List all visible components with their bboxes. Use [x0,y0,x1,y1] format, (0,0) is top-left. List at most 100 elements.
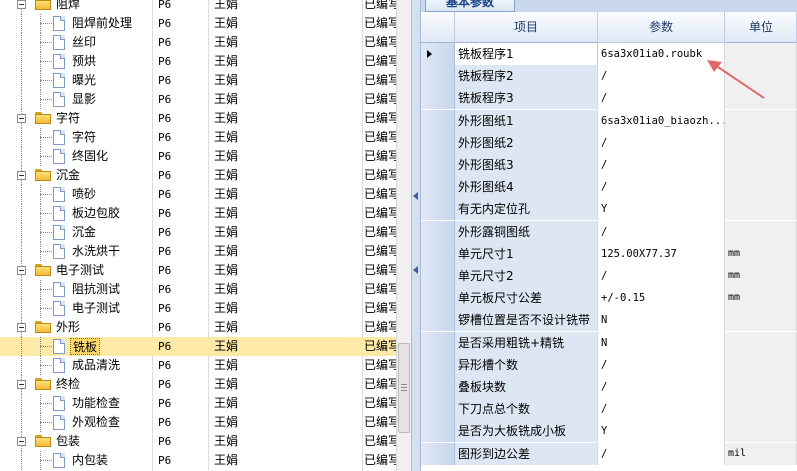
tree-item-row[interactable]: 终固化 P6 王娟 已编写 [0,147,396,166]
panel-splitter[interactable] [411,0,421,471]
tree-item-row[interactable]: 板边包胶 P6 王娟 已编写 [0,204,396,223]
parameter-row[interactable]: 单元尺寸1 125.00X77.37 mm [421,243,797,265]
tree-item-row[interactable]: 功能检查 P6 王娟 已编写 [0,394,396,413]
parameter-row[interactable]: 外形图纸1 6sa3x01ia0_biaozh... [421,110,797,132]
tree-scrollbar[interactable] [396,0,411,471]
row-indicator[interactable] [421,309,455,331]
tree-group-row[interactable]: 阻焊 P6 王娟 已编写 [0,0,396,14]
parameter-row[interactable]: 是否为大板铣成小板 Y [421,420,797,442]
param-value[interactable]: / [598,398,725,420]
parameter-row[interactable]: 外形露铜图纸 / [421,221,797,243]
param-value[interactable]: Y [598,420,725,442]
collapse-arrow-icon[interactable] [413,266,418,274]
parameter-row[interactable]: 单元尺寸2/mm [421,265,797,287]
tree-group-row[interactable]: 包装 P6 王娟 已编写 [0,432,396,451]
parameter-row[interactable]: 铣板程序3/ [421,87,797,109]
tree-item-row[interactable]: 丝印 P6 王娟 已编写 [0,33,396,52]
parameter-row[interactable]: 叠板块数 / [421,376,797,398]
parameter-row[interactable]: 单元板尺寸公差 +/-0.15 mm [421,287,797,309]
collapse-icon[interactable] [17,323,26,332]
tab-basic-params[interactable]: 基本参数 [425,0,515,12]
parameter-row[interactable]: 异形槽个数 / [421,354,797,376]
tree-item-row[interactable]: 铣板 P6 王娟 已编写 [0,337,396,356]
tree-group-row[interactable]: 沉金 P6 王娟 已编写 [0,166,396,185]
collapse-icon[interactable] [17,437,26,446]
parameter-row[interactable]: 铣板程序2/ [421,65,797,87]
tree-item-row[interactable]: 电子测试 P6 王娟 已编写 [0,299,396,318]
param-value[interactable]: / [598,154,725,176]
collapse-icon[interactable] [17,266,26,275]
row-indicator[interactable] [421,87,455,109]
tree-item-row[interactable]: 水洗烘干 P6 王娟 已编写 [0,242,396,261]
parameter-row[interactable]: 外形图纸4/ [421,176,797,198]
parameter-row[interactable]: 锣槽位置是否不设计铣带 N [421,309,797,331]
row-indicator[interactable] [421,265,455,287]
parameter-row[interactable]: 外形图纸3/ [421,154,797,176]
tree-item-row[interactable]: 预烘 P6 王娟 已编写 [0,52,396,71]
param-value[interactable]: / [598,354,725,376]
param-name: 外形图纸4 [455,176,598,198]
param-value[interactable]: / [598,443,725,465]
row-indicator[interactable] [421,376,455,398]
parameter-row[interactable]: 外形图纸2/ [421,132,797,154]
param-value[interactable]: 125.00X77.37 [598,243,725,265]
param-value[interactable]: Y [598,198,725,220]
row-indicator[interactable] [421,198,455,220]
tree-item-row[interactable]: 喷砂 P6 王娟 已编写 [0,185,396,204]
param-value[interactable]: / [598,87,725,109]
tree-item-row[interactable]: 曝光 P6 王娟 已编写 [0,71,396,90]
parameter-row[interactable]: 有无内定位孔 Y [421,198,797,220]
header-unit[interactable]: 单位 [725,12,797,43]
row-indicator[interactable] [421,176,455,198]
tree-item-row[interactable]: 内包装 P6 王娟 已编写 [0,451,396,470]
tree-group-row[interactable]: 终检 P6 王娟 已编写 [0,375,396,394]
row-indicator[interactable] [421,287,455,309]
parameter-row[interactable]: 下刀点总个数 / [421,398,797,420]
row-indicator[interactable] [421,65,455,87]
row-indicator[interactable] [421,221,455,243]
header-item[interactable]: 项目 [455,12,598,43]
tree-scrollbar-thumb[interactable] [398,343,410,433]
tree-item-row[interactable]: 沉金 P6 王娟 已编写 [0,223,396,242]
row-indicator[interactable] [421,420,455,442]
row-indicator[interactable] [421,354,455,376]
param-value[interactable]: / [598,265,725,287]
param-value[interactable]: / [598,376,725,398]
cell-user: 王娟 [214,16,239,30]
collapse-icon[interactable] [17,171,26,180]
tree-item-row[interactable]: 成品清洗 P6 王娟 已编写 [0,356,396,375]
tree-group-row[interactable]: 电子测试 P6 王娟 已编写 [0,261,396,280]
row-indicator[interactable] [421,398,455,420]
param-value[interactable]: N [598,309,725,331]
collapse-icon[interactable] [17,114,26,123]
param-value[interactable]: +/-0.15 [598,287,725,309]
param-value[interactable]: / [598,65,725,87]
row-indicator[interactable] [421,43,455,65]
row-indicator[interactable] [421,443,455,465]
collapse-icon[interactable] [17,0,26,9]
parameter-row[interactable]: 铣板程序1 6sa3x01ia0.roubk [421,42,797,66]
param-value[interactable]: / [598,221,725,243]
param-value[interactable]: / [598,132,725,154]
row-indicator[interactable] [421,132,455,154]
collapse-icon[interactable] [17,380,26,389]
tree-item-row[interactable]: 显影 P6 王娟 已编写 [0,90,396,109]
param-value[interactable]: 6sa3x01ia0_biaozh... [598,110,725,132]
row-indicator[interactable] [421,154,455,176]
row-indicator[interactable] [421,110,455,132]
param-value[interactable]: / [598,176,725,198]
row-indicator[interactable] [421,332,455,354]
header-param[interactable]: 参数 [598,12,725,43]
parameter-row[interactable]: 图形到边公差 / mil [421,443,797,465]
tree-group-row[interactable]: 外形 P6 王娟 已编写 [0,318,396,337]
parameter-row[interactable]: 是否采用粗铣+精铣 N [421,332,797,354]
tree-item-row[interactable]: 外观检查 P6 王娟 已编写 [0,413,396,432]
param-value[interactable]: 6sa3x01ia0.roubk [597,42,726,66]
param-value[interactable]: N [598,332,725,354]
row-indicator[interactable] [421,243,455,265]
tree-group-row[interactable]: 字符 P6 王娟 已编写 [0,109,396,128]
tree-item-row[interactable]: 阻焊前处理 P6 王娟 已编写 [0,14,396,33]
tree-item-row[interactable]: 阻抗测试 P6 王娟 已编写 [0,280,396,299]
tree-item-row[interactable]: 字符 P6 王娟 已编写 [0,128,396,147]
collapse-arrow-icon[interactable] [413,192,418,200]
